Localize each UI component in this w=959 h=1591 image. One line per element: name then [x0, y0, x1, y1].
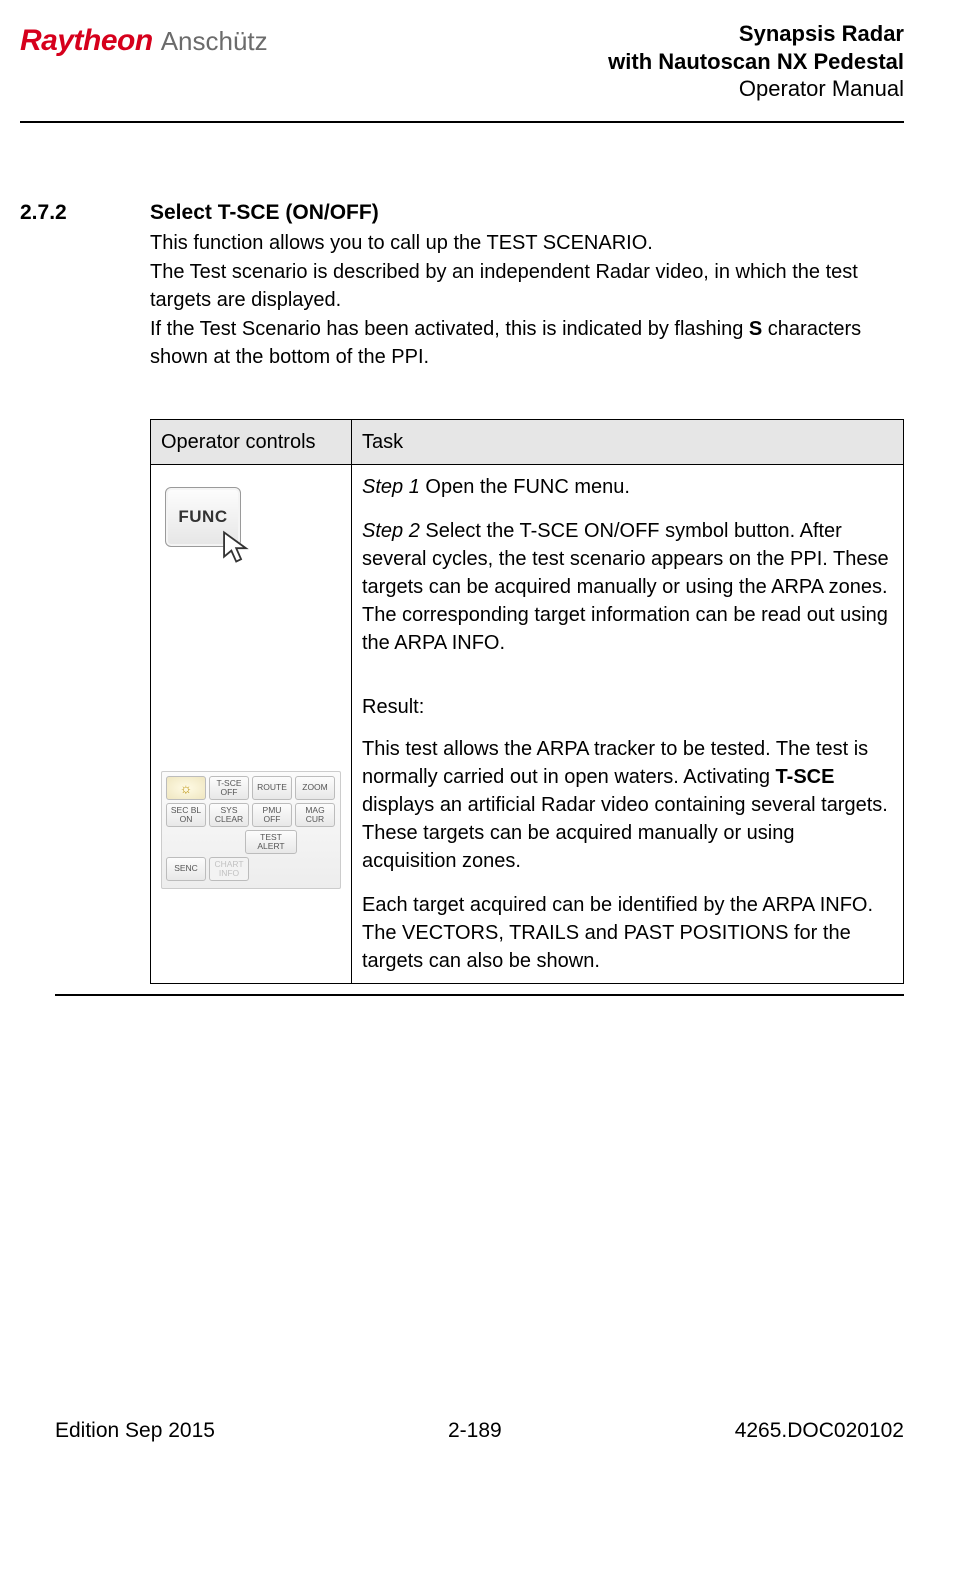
footer-divider	[55, 994, 904, 996]
panel-btn-secbl: SEC BL ON	[166, 803, 206, 827]
procedure-table: Operator controls Task FUNC	[150, 419, 904, 984]
header-divider	[20, 121, 904, 123]
doc-title-line1: Synapsis Radar	[608, 20, 904, 48]
footer-page-number: 2-189	[448, 1416, 502, 1445]
table-header-task: Task	[352, 419, 904, 464]
section-number: 2.7.2	[20, 198, 120, 984]
func-button-label: FUNC	[178, 505, 227, 529]
panel-btn-tsce: T-SCE OFF	[209, 776, 249, 800]
table-header-controls: Operator controls	[151, 419, 352, 464]
section-body: 2.7.2 Select T-SCE (ON/OFF) This functio…	[20, 198, 904, 984]
doc-title-line2: with Nautoscan NX Pedestal	[608, 48, 904, 76]
paragraph-3: If the Test Scenario has been activated,…	[150, 315, 904, 371]
result-paragraph-3: The VECTORS, TRAILS and PAST POSITIONS f…	[362, 919, 893, 975]
result-label: Result:	[362, 693, 893, 721]
company-logo: Raytheon Anschütz	[20, 20, 268, 62]
step-2: Step 2 Select the T-SCE ON/OFF symbol bu…	[362, 517, 893, 657]
step-1: Step 1 Open the FUNC menu.	[362, 473, 893, 501]
panel-btn-chartinfo: CHART INFO	[209, 857, 249, 881]
page-header: Raytheon Anschütz Synapsis Radar with Na…	[20, 10, 904, 103]
panel-btn-sysclear: SYS CLEAR	[209, 803, 249, 827]
task-cell: Step 1 Open the FUNC menu. Step 2 Select…	[352, 464, 904, 983]
section-title: Select T-SCE (ON/OFF)	[150, 198, 904, 227]
result-paragraph-1: This test allows the ARPA tracker to be …	[362, 735, 893, 875]
control-panel-graphic: ☼ T-SCE OFF ROUTE ZOOM SEC BL ON SYS CLE…	[161, 771, 341, 889]
logo-secondary: Anschütz	[161, 23, 268, 59]
paragraph-2: The Test scenario is described by an ind…	[150, 258, 904, 314]
panel-btn-testalert: TEST ALERT	[245, 830, 297, 854]
footer-edition: Edition Sep 2015	[55, 1416, 215, 1445]
panel-btn-magcur: MAG CUR	[295, 803, 335, 827]
paragraph-1: This function allows you to call up the …	[150, 229, 904, 257]
panel-btn-pmu: PMU OFF	[252, 803, 292, 827]
controls-cell: FUNC ☼ T-SCE OFF ROUTE	[151, 464, 352, 983]
panel-btn-route: ROUTE	[252, 776, 292, 800]
result-paragraph-2: Each target acquired can be identified b…	[362, 891, 893, 919]
footer-doc-id: 4265.DOC020102	[735, 1416, 904, 1445]
document-title-block: Synapsis Radar with Nautoscan NX Pedesta…	[608, 20, 904, 103]
func-button-icon: FUNC	[165, 487, 241, 547]
doc-title-line3: Operator Manual	[608, 75, 904, 103]
func-button-graphic: FUNC	[161, 473, 245, 591]
page-footer: Edition Sep 2015 2-189 4265.DOC020102	[0, 1416, 959, 1465]
cursor-icon	[220, 530, 250, 564]
logo-primary: Raytheon	[20, 20, 153, 62]
panel-btn-zoom: ZOOM	[295, 776, 335, 800]
panel-btn-senc: SENC	[166, 857, 206, 881]
panel-btn-brightness: ☼	[166, 776, 206, 800]
